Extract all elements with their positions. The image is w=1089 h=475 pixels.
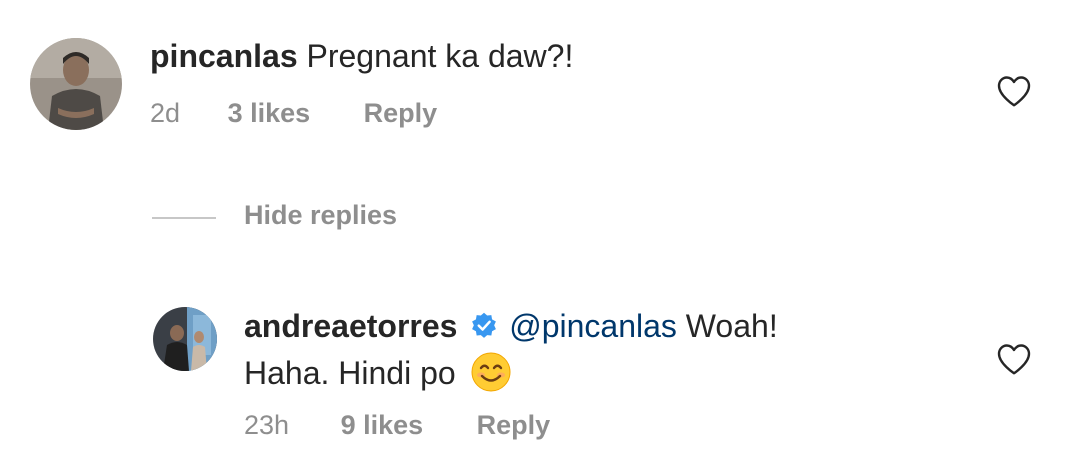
comment-body: pincanlas Pregnant ka daw?!: [150, 34, 573, 78]
comment-meta: 2d 3 likes Reply: [150, 98, 437, 129]
comment-reply-button[interactable]: Reply: [364, 98, 438, 128]
reply-reply-button[interactable]: Reply: [477, 410, 551, 440]
verified-badge-icon: [470, 307, 498, 351]
comment-time[interactable]: 2d: [150, 98, 180, 128]
smiling-face-emoji: [471, 352, 511, 403]
hide-replies-button[interactable]: Hide replies: [244, 200, 397, 231]
avatar-photo: [30, 38, 122, 130]
reply-meta: 23h 9 likes Reply: [244, 410, 550, 441]
comment-text: Pregnant ka daw?!: [306, 38, 574, 74]
avatar-photo: [153, 307, 217, 371]
reply-text-line2: Haha. Hindi po: [244, 355, 456, 391]
comment-username[interactable]: pincanlas: [150, 38, 298, 74]
replies-divider: [152, 217, 216, 219]
reply-username[interactable]: andreaetorres: [244, 308, 457, 344]
reply-body: andreaetorres @pincanlas Woah! Haha. Hin…: [244, 304, 944, 403]
comment-like-button[interactable]: [996, 74, 1032, 108]
heart-outline-icon: [997, 76, 1031, 107]
reply-mention[interactable]: @pincanlas: [509, 308, 677, 344]
reply-like-button[interactable]: [996, 342, 1032, 376]
reply-time[interactable]: 23h: [244, 410, 289, 440]
commenter-avatar[interactable]: [30, 38, 122, 130]
reply-text-line1: Woah!: [685, 308, 778, 344]
replier-avatar[interactable]: [153, 307, 217, 371]
comment-likes[interactable]: 3 likes: [228, 98, 311, 128]
reply-likes[interactable]: 9 likes: [341, 410, 424, 440]
heart-outline-icon: [997, 344, 1031, 375]
